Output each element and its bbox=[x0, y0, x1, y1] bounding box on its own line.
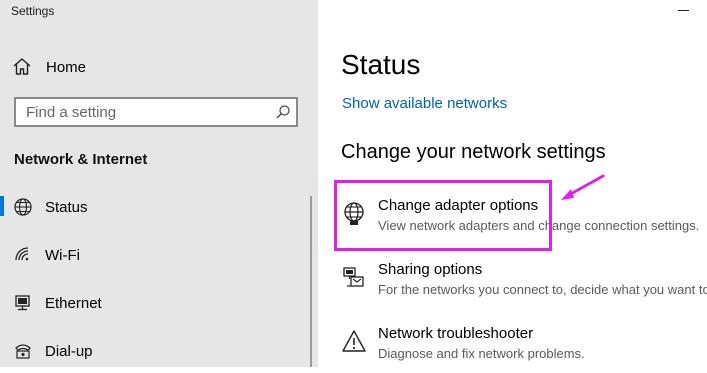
search-box[interactable] bbox=[14, 97, 298, 127]
warning-icon bbox=[341, 329, 367, 355]
sidebar-item-ethernet[interactable]: Ethernet bbox=[0, 283, 318, 323]
sidebar-scrollbar[interactable] bbox=[310, 196, 312, 367]
section-title: Network & Internet bbox=[14, 151, 148, 168]
change-adapter-options[interactable]: Change adapter options View network adap… bbox=[338, 197, 707, 245]
home-icon bbox=[12, 57, 32, 77]
setting-description: View network adapters and change connect… bbox=[378, 218, 700, 233]
sharing-icon bbox=[341, 265, 367, 291]
sidebar-item-label: Wi-Fi bbox=[45, 246, 80, 264]
change-settings-heading: Change your network settings bbox=[341, 141, 606, 163]
minimize-icon[interactable] bbox=[678, 10, 689, 11]
network-troubleshooter[interactable]: Network troubleshooter Diagnose and fix … bbox=[338, 325, 707, 373]
setting-title: Network troubleshooter bbox=[378, 325, 534, 342]
adapter-globe-icon bbox=[341, 201, 367, 227]
setting-title: Sharing options bbox=[378, 261, 483, 278]
dialup-icon bbox=[13, 341, 33, 361]
sidebar-item-label: Ethernet bbox=[45, 294, 102, 312]
home-nav-item[interactable]: Home bbox=[0, 47, 318, 87]
sidebar: Settings Home Network & Internet bbox=[0, 0, 318, 367]
main-panel: Status Show available networks Change yo… bbox=[318, 0, 707, 367]
sharing-options[interactable]: Sharing options For the networks you con… bbox=[338, 261, 707, 309]
sidebar-item-status[interactable]: Status bbox=[0, 187, 318, 227]
setting-description: For the networks you connect to, decide … bbox=[378, 282, 707, 297]
page-title: Status bbox=[341, 49, 421, 80]
ethernet-icon bbox=[13, 293, 33, 313]
setting-title: Change adapter options bbox=[378, 197, 539, 214]
home-label: Home bbox=[46, 58, 87, 76]
sidebar-item-label: Status bbox=[45, 198, 88, 216]
globe-icon bbox=[13, 197, 33, 217]
show-available-networks-link[interactable]: Show available networks bbox=[342, 95, 507, 112]
search-icon[interactable] bbox=[275, 104, 291, 120]
wifi-icon bbox=[13, 245, 33, 265]
sidebar-item-label: Dial-up bbox=[45, 342, 93, 360]
sidebar-item-wifi[interactable]: Wi-Fi bbox=[0, 235, 318, 275]
sidebar-item-dialup[interactable]: Dial-up bbox=[0, 331, 318, 371]
setting-description: Diagnose and fix network problems. bbox=[378, 346, 585, 361]
search-input[interactable] bbox=[16, 99, 276, 125]
window-title: Settings bbox=[11, 4, 55, 18]
